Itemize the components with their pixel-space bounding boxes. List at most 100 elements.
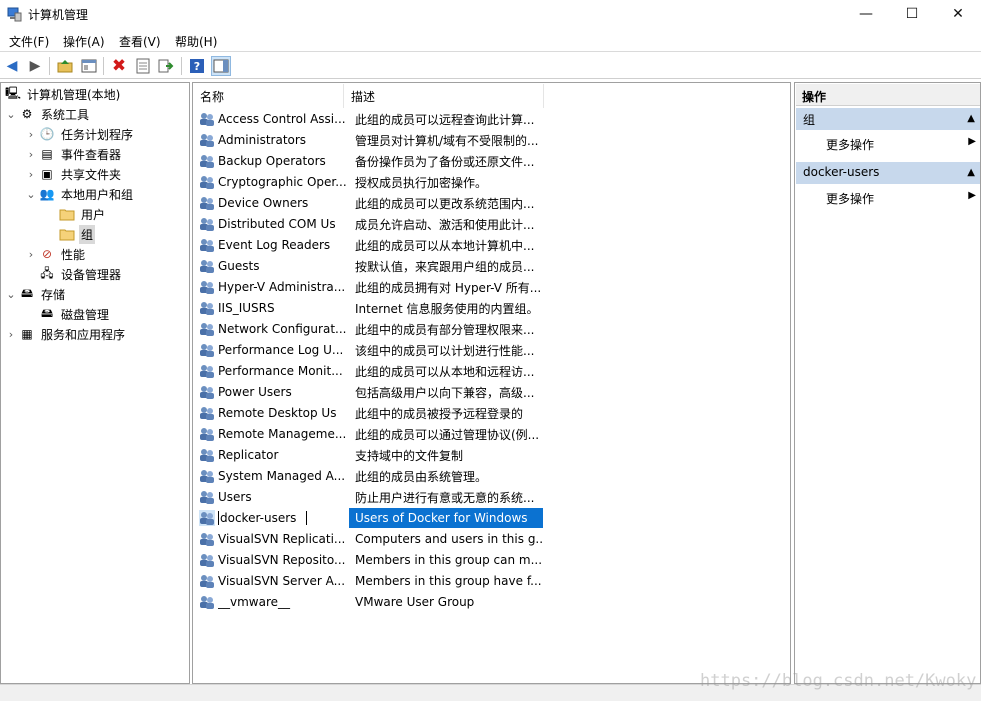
- menu-bar: 文件(F) 操作(A) 查看(V) 帮助(H): [0, 28, 981, 52]
- group-row[interactable]: __vmware__ VMware User Group: [197, 592, 545, 612]
- group-description: 管理员对计算机/域有不受限制的...: [355, 133, 539, 148]
- tree-item-performance[interactable]: › ⊘ 性能: [25, 244, 87, 264]
- back-arrow-icon[interactable]: ◀: [2, 56, 22, 76]
- group-row[interactable]: docker-users Users of Docker for Windows: [197, 508, 545, 528]
- actions-section-docker-users[interactable]: docker-users ▲: [796, 162, 980, 184]
- menu-file[interactable]: 文件(F): [9, 33, 49, 50]
- group-row[interactable]: Replicator 支持域中的文件复制: [197, 445, 545, 465]
- minimize-button[interactable]: —: [843, 0, 889, 28]
- show-action-pane-icon[interactable]: [211, 56, 231, 76]
- group-icon: [200, 134, 214, 147]
- chevron-right-icon[interactable]: ›: [25, 148, 37, 161]
- toolbar-separator: [103, 57, 104, 75]
- computer-management-icon: [7, 7, 22, 22]
- properties-icon[interactable]: [133, 56, 153, 76]
- chevron-right-icon[interactable]: ›: [5, 328, 17, 341]
- show-hide-tree-icon[interactable]: [79, 56, 99, 76]
- up-folder-icon[interactable]: [55, 56, 75, 76]
- menu-view[interactable]: 查看(V): [119, 33, 161, 50]
- more-actions-item[interactable]: 更多操作 ▶: [826, 190, 976, 207]
- close-button[interactable]: ✕: [935, 0, 981, 28]
- column-header-description[interactable]: 描述: [344, 84, 544, 108]
- group-row[interactable]: Device Owners 此组的成员可以更改系统范围内...: [197, 193, 545, 213]
- tree-item-task-scheduler[interactable]: › 🕒 任务计划程序: [25, 124, 135, 144]
- tree-item-computer-management[interactable]: 🖳 计算机管理(本地): [3, 84, 122, 104]
- submenu-arrow-icon: ▶: [968, 136, 976, 147]
- menu-action[interactable]: 操作(A): [63, 33, 105, 50]
- help-icon[interactable]: ?: [187, 56, 207, 76]
- local-users-groups-icon: 👥: [39, 187, 55, 201]
- chevron-down-icon[interactable]: ⌄: [5, 108, 17, 121]
- collapse-up-icon[interactable]: ▲: [967, 167, 975, 178]
- group-row[interactable]: Guests 按默认值，来宾跟用户组的成员...: [197, 256, 545, 276]
- group-row[interactable]: Distributed COM Us 成员允许启动、激活和使用此计...: [197, 214, 545, 234]
- forward-arrow-icon[interactable]: ▶: [25, 56, 45, 76]
- window-title: 计算机管理: [28, 8, 89, 22]
- group-description: 此组中的成员被授予远程登录的: [355, 406, 524, 421]
- group-description: 备份操作员为了备份或还原文件...: [355, 154, 535, 169]
- group-row[interactable]: Performance Monit... 此组的成员可以从本地和远程访...: [197, 361, 545, 381]
- group-row[interactable]: Remote Manageme... 此组的成员可以通过管理协议(例...: [197, 424, 545, 444]
- chevron-right-icon[interactable]: ›: [25, 248, 37, 261]
- group-row[interactable]: Remote Desktop Us 此组中的成员被授予远程登录的: [197, 403, 545, 423]
- delete-icon[interactable]: ✖: [109, 56, 129, 76]
- column-header-name[interactable]: 名称: [193, 84, 344, 108]
- group-row[interactable]: Administrators 管理员对计算机/域有不受限制的...: [197, 130, 545, 150]
- chevron-right-icon[interactable]: ›: [25, 128, 37, 141]
- group-row[interactable]: System Managed A... 此组的成员由系统管理。: [197, 466, 545, 486]
- tree-item-event-viewer[interactable]: › ▤ 事件查看器: [25, 144, 123, 164]
- group-name: Event Log Readers: [218, 238, 331, 252]
- chevron-right-icon[interactable]: ›: [25, 168, 37, 181]
- group-row[interactable]: Access Control Assi... 此组的成员可以远程查询此计算...: [197, 109, 545, 129]
- services-apps-icon: ▦: [21, 327, 33, 341]
- group-name: VisualSVN Server A...: [218, 574, 346, 588]
- tree-item-device-manager[interactable]: 🖧 设备管理器: [25, 264, 123, 284]
- group-description: Users of Docker for Windows: [349, 508, 543, 528]
- group-row[interactable]: Users 防止用户进行有意或无意的系统...: [197, 487, 545, 507]
- group-row[interactable]: Hyper-V Administra... 此组的成员拥有对 Hyper-V 所有…: [197, 277, 545, 297]
- group-icon: [200, 386, 214, 399]
- actions-section-groups[interactable]: 组 ▲: [796, 108, 980, 130]
- group-name: Power Users: [218, 385, 292, 399]
- chevron-down-icon[interactable]: ⌄: [25, 188, 37, 201]
- group-icon: [200, 449, 214, 462]
- group-row[interactable]: Cryptographic Oper... 授权成员执行加密操作。: [197, 172, 545, 192]
- maximize-button[interactable]: ☐: [889, 0, 935, 28]
- tree-item-system-tools[interactable]: ⌄ ⚙ 系统工具: [5, 104, 91, 124]
- group-description: 防止用户进行有意或无意的系统...: [355, 490, 535, 505]
- tree-item-storage[interactable]: ⌄ 🖴 存储: [5, 284, 67, 304]
- group-row[interactable]: Event Log Readers 此组的成员可以从本地计算机中...: [197, 235, 545, 255]
- export-list-icon[interactable]: [156, 56, 176, 76]
- task-scheduler-icon: 🕒: [39, 127, 55, 141]
- title-bar: 计算机管理 — ☐ ✕: [0, 0, 981, 28]
- tree-item-disk-management[interactable]: 🖴 磁盘管理: [25, 304, 111, 324]
- group-name: Remote Desktop Us: [218, 406, 337, 420]
- tree-item-users[interactable]: 用户: [45, 204, 107, 224]
- group-row[interactable]: Backup Operators 备份操作员为了备份或还原文件...: [197, 151, 545, 171]
- tree-item-local-users-groups[interactable]: ⌄ 👥 本地用户和组: [25, 184, 135, 204]
- group-description: 此组中的成员有部分管理权限来...: [355, 322, 535, 337]
- toolbar-separator: [49, 57, 50, 75]
- groups-list: 名称 描述 Access Control Assi... 此组的成员可以远程查询此…: [192, 82, 791, 684]
- performance-icon: ⊘: [41, 247, 53, 261]
- tree-item-services-apps[interactable]: › ▦ 服务和应用程序: [5, 324, 127, 344]
- tree-item-groups[interactable]: 组: [45, 224, 96, 244]
- group-row[interactable]: VisualSVN Server A... Members in this gro…: [197, 571, 545, 591]
- collapse-up-icon[interactable]: ▲: [967, 113, 975, 124]
- tree-item-shared-folders[interactable]: › ▣ 共享文件夹: [25, 164, 123, 184]
- menu-help[interactable]: 帮助(H): [175, 33, 217, 50]
- group-row[interactable]: VisualSVN Reposito... Members in this gro…: [197, 550, 545, 570]
- group-icon: [200, 428, 214, 441]
- chevron-down-icon[interactable]: ⌄: [5, 288, 17, 301]
- group-icon: [200, 407, 214, 420]
- group-description: VMware User Group: [355, 595, 475, 609]
- group-name: System Managed A...: [218, 469, 346, 483]
- group-row[interactable]: Network Configurat... 此组中的成员有部分管理权限来...: [197, 319, 545, 339]
- group-row[interactable]: Power Users 包括高级用户以向下兼容，高级...: [197, 382, 545, 402]
- group-row[interactable]: IIS_IUSRS Internet 信息服务使用的内置组。: [197, 298, 545, 318]
- more-actions-item[interactable]: 更多操作 ▶: [826, 136, 976, 153]
- group-description: 按默认值，来宾跟用户组的成员...: [355, 259, 535, 274]
- group-row[interactable]: Performance Log U... 该组中的成员可以计划进行性能...: [197, 340, 545, 360]
- actions-section-label: docker-users: [803, 165, 880, 179]
- group-row[interactable]: VisualSVN Replicati... Computers and user…: [197, 529, 545, 549]
